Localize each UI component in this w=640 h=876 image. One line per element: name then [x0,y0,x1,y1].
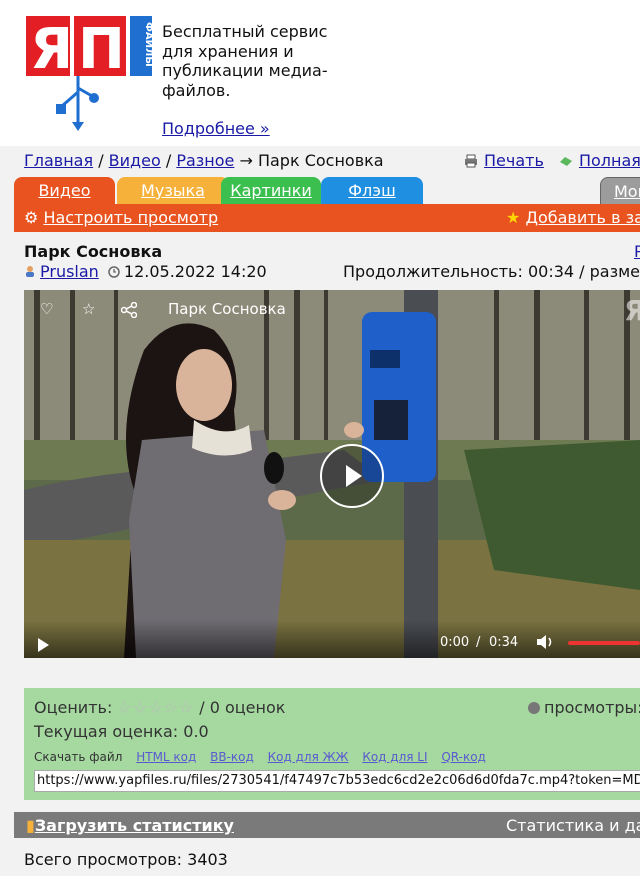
bb-code-link[interactable]: BB-код [210,750,254,764]
rating-row: Оценить: ☆☆☆☆☆ / 0 оценок [34,698,285,717]
embed-links: Скачать файл HTML код BB-код Код для ЖЖ … [34,750,486,764]
breadcrumb-separator: / [160,151,177,170]
star-icon: ★ [506,208,521,227]
svg-text:Я: Я [30,17,73,82]
duration-time: 0:34 [489,635,519,650]
add-bookmark-link[interactable]: Добавить в зак [525,208,640,227]
tab-pictures[interactable]: Картинки [221,177,321,204]
breadcrumb-current: Парк Сосновка [257,151,384,170]
printer-icon [465,154,477,168]
author-link[interactable]: Pruslan [40,262,99,281]
rating-count: / 0 оценок [199,698,286,717]
title-right-link[interactable]: Р [634,242,640,261]
gear-icon: ⚙ [24,208,39,227]
current-time: 0:00 [440,635,470,650]
li-code-link[interactable]: Код для LI [362,750,427,764]
views-row: просмотры: [528,698,640,717]
tab-my[interactable]: Мои [600,177,640,206]
tab-music[interactable]: Музыка [117,177,229,204]
full-version-link[interactable]: Полная в [579,151,640,170]
file-title: Парк Сосновка [24,242,163,261]
site-header: Я П ФАЙЛЫ Бесплатный сервис для хранения… [0,0,640,146]
upload-stats-link[interactable]: Загрузить статистику [35,816,234,835]
site-tagline: Бесплатный сервис для хранения и публика… [162,22,328,100]
print-links: Печать Полная в [464,151,640,170]
file-meta: Pruslan 12.05.2022 14:20 [24,262,267,281]
play-button[interactable] [320,444,384,508]
time-separator: / [476,635,481,650]
player-watermark: Я [624,294,640,327]
views-label: просмотры: [544,698,640,717]
configure-view: ⚙ Настроить просмотр [24,208,218,227]
svg-text:П: П [78,17,125,82]
lj-code-link[interactable]: Код для ЖЖ [268,750,349,764]
rating-panel: Оценить: ☆☆☆☆☆ / 0 оценок просмотры: Тек… [24,688,640,800]
user-icon [26,266,34,277]
play-small-icon[interactable] [38,638,49,652]
tab-flash[interactable]: Флэш [321,177,423,204]
tab-video[interactable]: Видео [14,177,115,204]
share-icon[interactable] [121,302,137,318]
rate-label: Оценить: [34,698,113,717]
current-score: Текущая оценка: 0.0 [34,722,209,741]
print-link[interactable]: Печать [484,151,544,170]
qr-code-link[interactable]: QR-код [441,750,486,764]
view-toolbar: ⚙ Настроить просмотр ★ Добавить в зак [14,204,640,232]
full-version-icon [559,157,572,166]
clock-icon [108,266,120,278]
file-url-field[interactable]: https://www.yapfiles.ru/files/2730541/f4… [34,770,640,792]
svg-text:ФАЙЛЫ: ФАЙЛЫ [143,22,154,67]
player-title: Парк Сосновка [168,300,286,318]
favorite-icon[interactable]: ☆ [82,300,95,318]
views-icon [528,702,540,714]
download-label[interactable]: Скачать файл [34,750,122,764]
volume-slider[interactable] [568,641,640,645]
total-views: Всего просмотров: 3403 [24,850,228,869]
volume-icon[interactable] [536,634,554,650]
like-icon[interactable]: ♡ [40,300,53,318]
breadcrumb: Главная / Видео / Разное → Парк Сосновка [24,151,384,170]
more-link[interactable]: Подробнее » [162,119,270,138]
breadcrumb-separator: / [93,151,109,170]
html-code-link[interactable]: HTML код [136,750,196,764]
category-tabs: Видео Музыка Картинки Флэш Мои [14,177,640,206]
configure-view-link[interactable]: Настроить просмотр [43,208,218,227]
duration-size: Продолжительность: 00:34 / размер: 2 [343,262,640,281]
upload-stats[interactable]: ▮Загрузить статистику [26,816,234,835]
stats-bar: ▮Загрузить статистику Статистика и дан [14,812,640,838]
chart-icon: ▮ [26,816,35,835]
breadcrumb-home[interactable]: Главная [24,151,93,170]
stats-right: Статистика и дан [506,816,640,835]
rating-stars[interactable]: ☆☆☆☆☆ [117,698,194,717]
breadcrumb-misc[interactable]: Разное [176,151,234,170]
video-player[interactable]: ♡ ☆ Парк Сосновка Я 0:00 / 0:34 [24,290,640,658]
add-to-bookmarks: ★ Добавить в зак [506,208,640,227]
breadcrumb-video[interactable]: Видео [109,151,161,170]
upload-date: 12.05.2022 14:20 [123,262,267,281]
yap-logo[interactable]: Я П ФАЙЛЫ [22,10,154,132]
breadcrumb-arrow: → [234,151,258,170]
